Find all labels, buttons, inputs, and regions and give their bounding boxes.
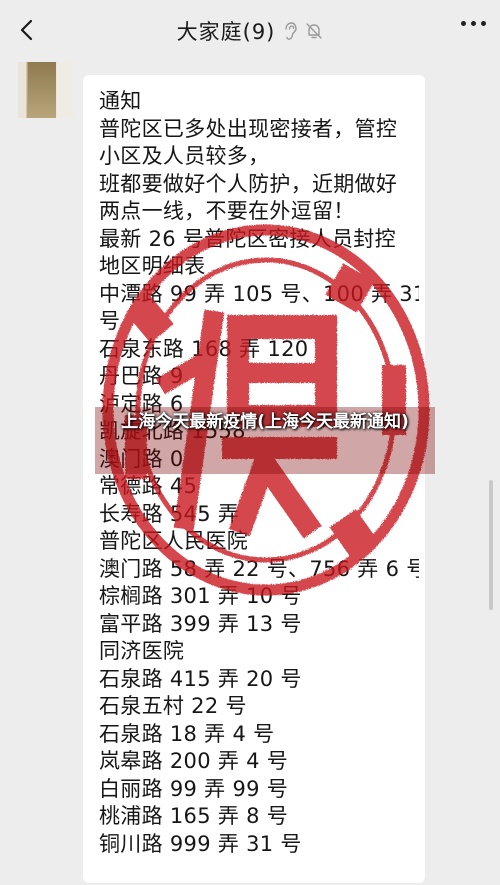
more-options-button[interactable]: [461, 21, 486, 26]
message-line: 通知: [99, 89, 142, 113]
back-chevron-icon: [20, 19, 33, 41]
more-dots-icon: [461, 21, 466, 26]
message-line: 最新 26 号普陀区密接人员封控: [99, 226, 396, 251]
message-line: 班都要做好个人防护，近期做好: [99, 171, 398, 196]
message-line: 常德路 45: [99, 474, 198, 498]
message-line: 中潭路 99 弄 105 号、100 弄 314: [99, 281, 419, 306]
message-bubble[interactable]: 通知普陀区已多处出现密接者，管控 小区及人员较多， 班都要做好个人防护，近期做好 两点…: [83, 75, 425, 883]
chat-title: 大家庭(9): [176, 20, 276, 44]
more-dot: [471, 21, 476, 26]
message-line: 两点一线，不要在外逗留！: [99, 199, 355, 223]
chat-title-group: 大家庭(9): [177, 16, 324, 46]
message-line: 号: [99, 309, 121, 333]
message-line: 石泉路 415 弄 20 号: [99, 666, 302, 691]
message-line: 丹巴路 9: [99, 364, 184, 388]
chat-header: 大家庭(9): [0, 0, 500, 62]
message-line: 同济医院: [99, 639, 185, 663]
message-line: 石泉五村 22 号: [99, 694, 247, 718]
message-line: 白丽路 99 弄 99 号: [99, 776, 289, 801]
message-line: 桃浦路 165 弄 8 号: [99, 804, 289, 828]
message-line: 石泉路 18 弄 4 号: [99, 721, 275, 746]
message-line: 普陀区已多处出现密接者，管控: [99, 116, 398, 141]
ear-icon: [283, 22, 298, 40]
message-line: 长寿路 545 弄: [99, 501, 240, 526]
sender-avatar[interactable]: [18, 62, 74, 118]
message-line: 普陀区人民医院: [99, 529, 249, 553]
message-line: 棕榈路 301 弄 10 号: [99, 584, 302, 608]
scrollbar[interactable]: [489, 480, 493, 610]
message-line: 铜川路 999 弄 31 号: [99, 831, 302, 856]
message-line: 富平路 399 弄 13 号: [99, 611, 302, 636]
back-button[interactable]: [16, 18, 40, 42]
caption-text: 上海今天最新疫情(上海今天最新通知): [121, 412, 409, 432]
message-line: 地区明细表: [99, 254, 206, 278]
mute-bell-icon: [305, 22, 323, 40]
message-line: 岚皋路 200 弄 4 号: [99, 749, 289, 773]
message-line: 石泉东路 168 弄 120: [99, 336, 309, 361]
message-line: 澳门路 58 弄 22 号、756 弄 6 号: [99, 556, 419, 581]
more-dot: [481, 21, 486, 26]
message-line: 小区及人员较多，: [99, 144, 270, 168]
